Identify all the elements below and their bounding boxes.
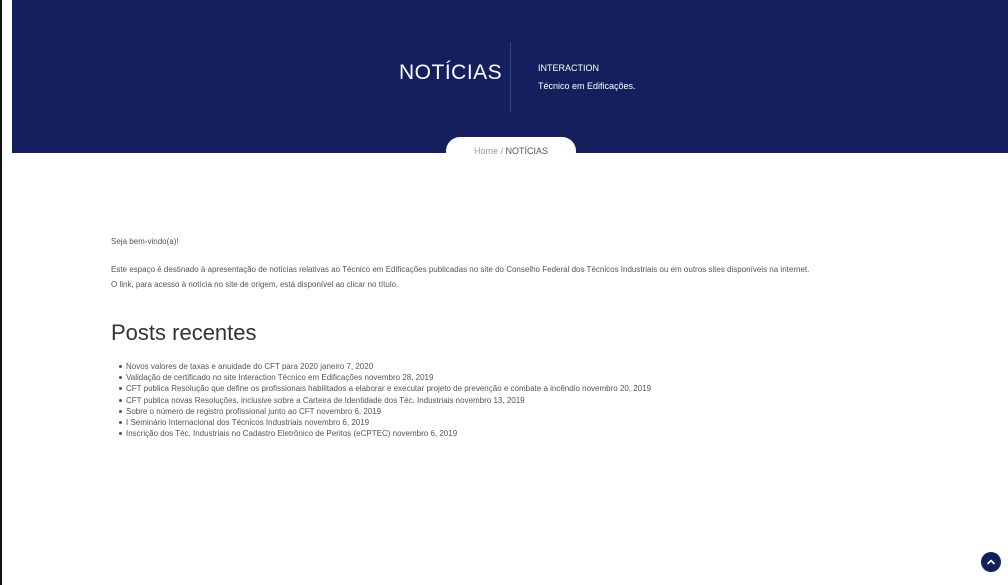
page-title: NOTÍCIAS: [399, 61, 503, 84]
post-date: novembro 6, 2019: [392, 429, 458, 439]
site-name: INTERACTION: [538, 63, 600, 73]
header-divider: [510, 42, 511, 112]
list-item: Validação de certificado no site Interac…: [119, 372, 651, 383]
intro-paragraph-line2: O link, para acesso à notícia no site de…: [111, 280, 399, 289]
intro-paragraph-line1: Este espaço é destinado à apresentação d…: [111, 265, 810, 274]
list-item: CFT publica novas Resoluções, inclusive …: [119, 395, 651, 406]
post-link[interactable]: CFT publica novas Resoluções, inclusive …: [126, 396, 453, 405]
recent-posts-heading: Posts recentes: [111, 320, 257, 345]
breadcrumb-home-link[interactable]: Home: [474, 146, 498, 156]
chevron-up-icon: [987, 559, 995, 565]
post-date: novembro 6, 2019: [304, 417, 370, 427]
list-item: Inscrição dos Téc. Industriais no Cadast…: [119, 428, 651, 439]
recent-posts-list: Novos valores de taxas e anuidade do CFT…: [119, 361, 651, 439]
breadcrumb-separator: /: [497, 146, 506, 156]
scroll-to-top-button[interactable]: [981, 552, 1001, 572]
site-tagline: Técnico em Edificações.: [538, 81, 636, 91]
post-date: novembro 20, 2019: [582, 384, 652, 394]
post-date: janeiro 7, 2020: [320, 362, 374, 371]
post-date: novembro 6, 2019: [316, 406, 382, 416]
post-link[interactable]: Inscrição dos Téc. Industriais no Cadast…: [126, 429, 390, 438]
list-item: I Seminário Internacional dos Técnicos I…: [119, 417, 651, 428]
post-link[interactable]: CFT publica Resolução que define os prof…: [126, 384, 580, 393]
post-date: novembro 28, 2019: [364, 373, 434, 383]
breadcrumb: Home / NOTÍCIAS: [446, 137, 576, 165]
post-link[interactable]: Novos valores de taxas e anuidade do CFT…: [126, 362, 318, 371]
post-link[interactable]: Sobre o número de registro profissional …: [126, 407, 314, 416]
welcome-text: Seja bem-vindo(a)!: [111, 237, 179, 246]
post-link[interactable]: Validação de certificado no site Interac…: [126, 373, 362, 382]
list-item: Sobre o número de registro profissional …: [119, 406, 651, 417]
list-item: Novos valores de taxas e anuidade do CFT…: [119, 361, 651, 372]
post-link[interactable]: I Seminário Internacional dos Técnicos I…: [126, 418, 302, 427]
post-date: novembro 13, 2019: [455, 395, 525, 405]
list-item: CFT publica Resolução que define os prof…: [119, 383, 651, 394]
breadcrumb-current: NOTÍCIAS: [505, 146, 549, 156]
